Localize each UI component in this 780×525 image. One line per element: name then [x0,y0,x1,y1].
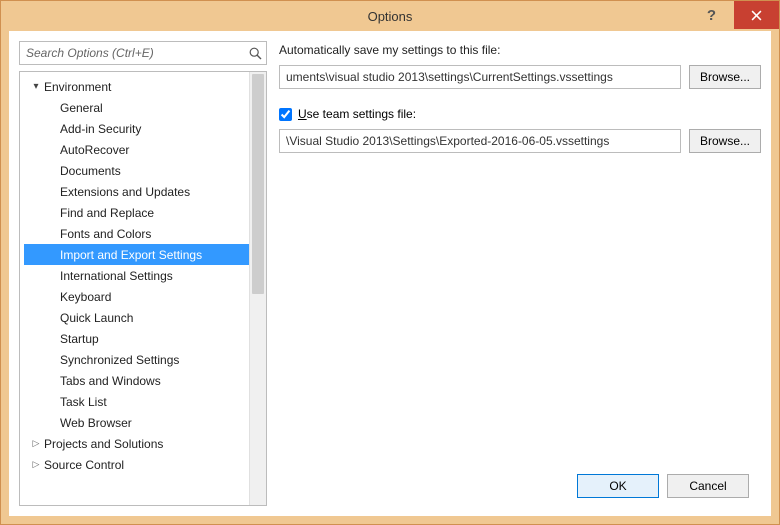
tree-item-web-browser[interactable]: Web Browser [24,412,266,433]
search-icon[interactable] [244,47,266,60]
use-team-row: Use team settings file: [279,107,761,121]
tree-item-label: Source Control [44,458,124,472]
tree-item-label: AutoRecover [60,143,129,157]
team-path-row: Browse... [279,129,761,153]
search-box[interactable] [19,41,267,65]
chevron-right-icon[interactable] [30,438,42,449]
tree-item-label: Find and Replace [60,206,154,220]
tree-item-label: General [60,101,103,115]
auto-save-path-input[interactable] [279,65,681,89]
dialog-footer: OK Cancel [577,474,749,498]
auto-save-row: Browse... [279,65,761,89]
tree-item-fonts-and-colors[interactable]: Fonts and Colors [24,223,266,244]
tree-item-documents[interactable]: Documents [24,160,266,181]
use-team-checkbox[interactable] [279,108,292,121]
auto-save-label: Automatically save my settings to this f… [279,43,761,57]
settings-panel: Automatically save my settings to this f… [279,41,761,506]
window-title: Options [368,9,413,24]
tree-item-label: Tabs and Windows [60,374,161,388]
tree-item-international-settings[interactable]: International Settings [24,265,266,286]
chevron-right-icon[interactable] [30,459,42,470]
chevron-down-icon[interactable] [30,81,42,92]
close-button[interactable] [734,1,779,29]
tree-item-label: Add-in Security [60,122,141,136]
titlebar-controls: ? [689,1,779,29]
tree-item-label: Quick Launch [60,311,133,325]
tree-item-autorecover[interactable]: AutoRecover [24,139,266,160]
tree-item-task-list[interactable]: Task List [24,391,266,412]
use-team-label[interactable]: Use team settings file: [298,107,416,121]
titlebar[interactable]: Options ? [1,1,779,31]
ok-button[interactable]: OK [577,474,659,498]
tree-item-environment[interactable]: Environment [24,76,266,97]
cancel-button[interactable]: Cancel [667,474,749,498]
tree-item-label: Task List [60,395,107,409]
scrollbar-thumb[interactable] [252,74,264,294]
tree-scrollbar[interactable] [249,72,266,505]
tree-item-projects-and-solutions[interactable]: Projects and Solutions [24,433,266,454]
tree-item-label: Keyboard [60,290,111,304]
browse-team-button[interactable]: Browse... [689,129,761,153]
tree-item-label: Startup [60,332,99,346]
tree-item-label: Extensions and Updates [60,185,190,199]
dialog-body: Environment General Add-in Security AutoRec… [9,31,771,516]
tree-item-label: Environment [44,80,111,94]
tree-item-find-and-replace[interactable]: Find and Replace [24,202,266,223]
tree-item-tabs-and-windows[interactable]: Tabs and Windows [24,370,266,391]
tree-item-general[interactable]: General [24,97,266,118]
tree-item-label: Fonts and Colors [60,227,151,241]
tree-item-import-and-export-settings[interactable]: Import and Export Settings [24,244,266,265]
tree-item-label: Projects and Solutions [44,437,163,451]
tree-item-label: International Settings [60,269,173,283]
tree-item-label: Documents [60,164,121,178]
help-button[interactable]: ? [689,1,734,29]
left-pane: Environment General Add-in Security AutoRec… [19,41,267,506]
team-path-input[interactable] [279,129,681,153]
tree-item-startup[interactable]: Startup [24,328,266,349]
tree-item-label: Import and Export Settings [60,248,202,262]
tree-item-extensions-and-updates[interactable]: Extensions and Updates [24,181,266,202]
options-dialog: Options ? Environment General Add-in Secur… [0,0,780,525]
options-tree[interactable]: Environment General Add-in Security AutoRec… [19,71,267,506]
tree-item-add-in-security[interactable]: Add-in Security [24,118,266,139]
tree-item-label: Web Browser [60,416,132,430]
tree-item-synchronized-settings[interactable]: Synchronized Settings [24,349,266,370]
tree-item-quick-launch[interactable]: Quick Launch [24,307,266,328]
close-icon [751,10,762,21]
tree-item-label: Synchronized Settings [60,353,179,367]
browse-auto-save-button[interactable]: Browse... [689,65,761,89]
tree-item-keyboard[interactable]: Keyboard [24,286,266,307]
search-input[interactable] [20,46,244,60]
tree-item-source-control[interactable]: Source Control [24,454,266,475]
